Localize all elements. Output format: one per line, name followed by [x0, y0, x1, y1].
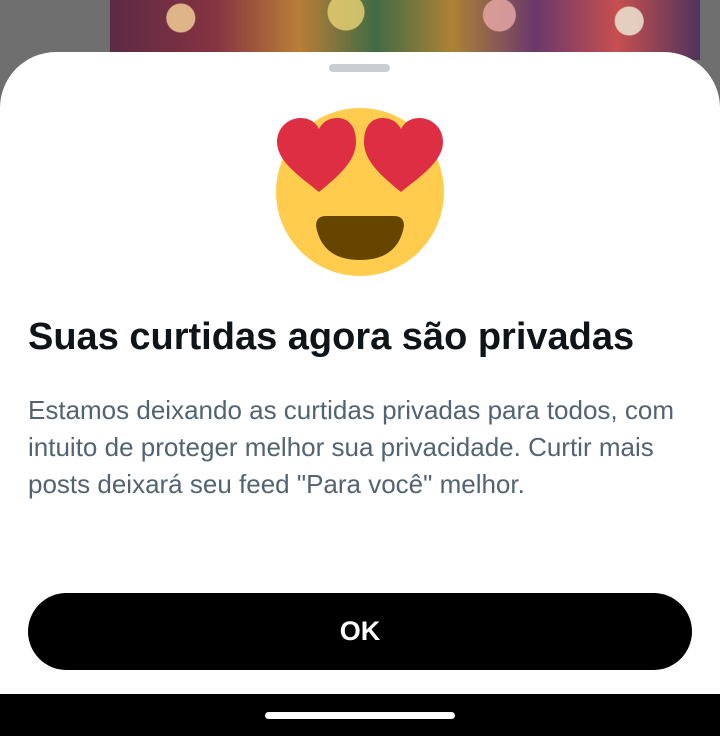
dialog-body-text: Estamos deixando as curtidas privadas pa… — [28, 395, 675, 499]
home-indicator[interactable] — [265, 712, 455, 719]
heart-eyes-icon — [276, 108, 444, 276]
background-banner-image — [110, 0, 700, 60]
dialog-title: Suas curtidas agora são privadas — [28, 316, 635, 358]
bottom-sheet-dialog: Suas curtidas agora são privadas Estamos… — [0, 52, 720, 694]
sheet-grab-handle[interactable] — [329, 64, 390, 72]
system-navigation-bar — [0, 694, 720, 736]
ok-button[interactable]: OK — [28, 593, 692, 670]
